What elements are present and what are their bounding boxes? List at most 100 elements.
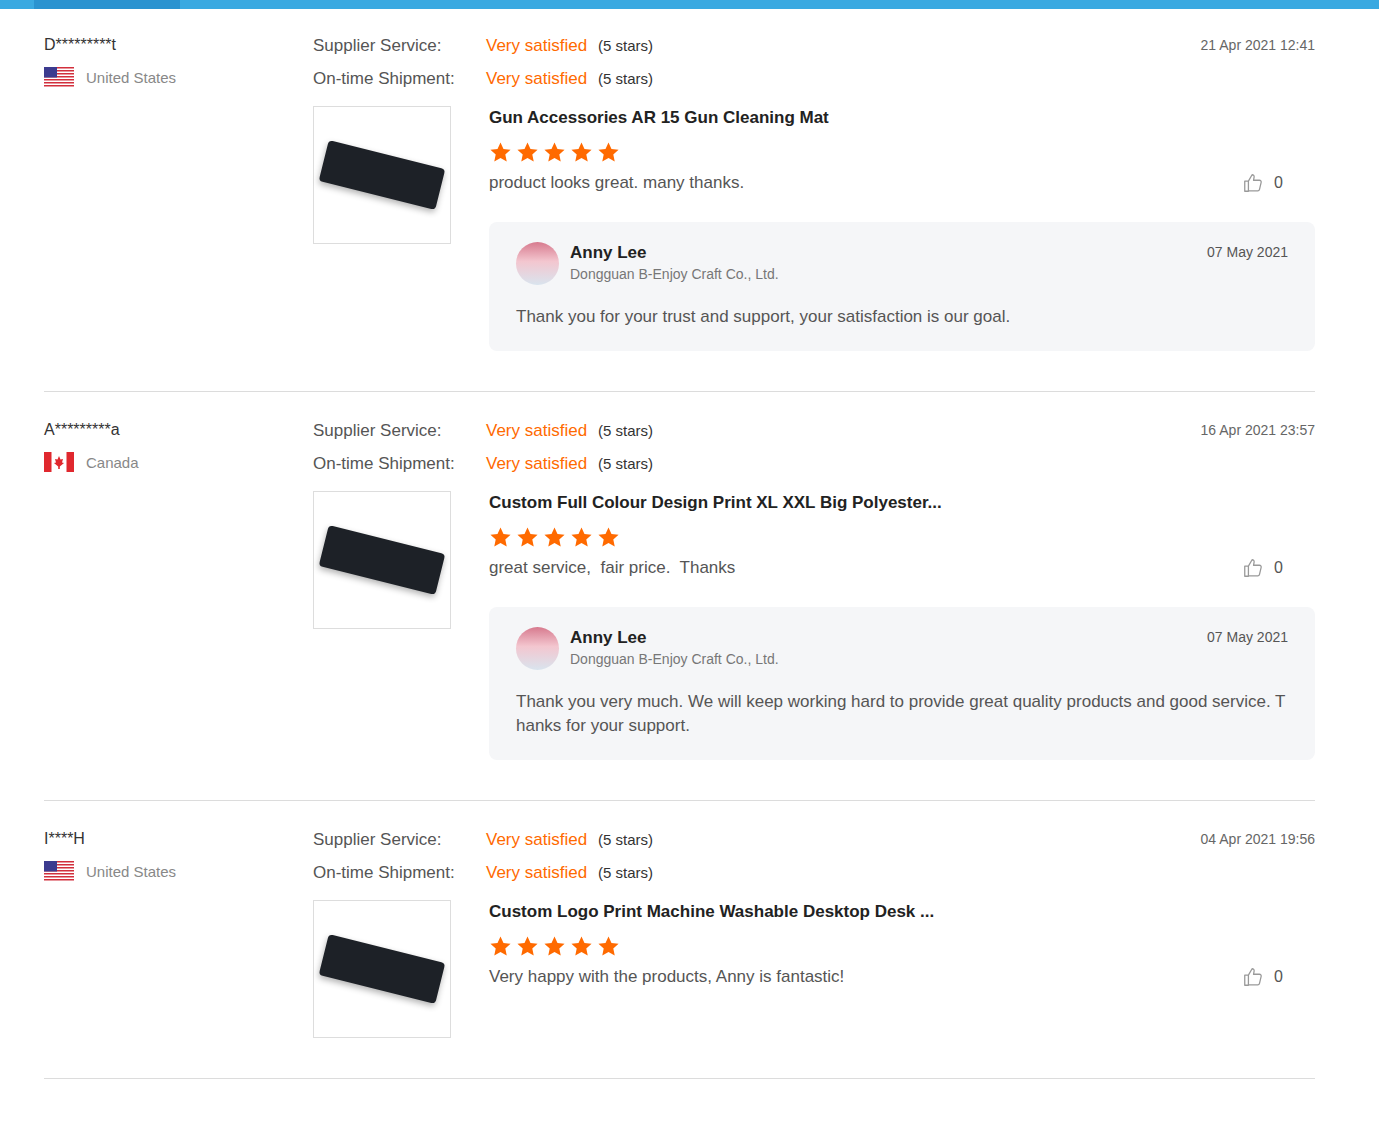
like-button[interactable]: 0 [1242, 966, 1283, 988]
product-row: Gun Accessories AR 15 Gun Cleaning Mat pr… [313, 106, 1315, 351]
review-comment: product looks great. many thanks. [489, 172, 744, 194]
country-name: United States [86, 863, 176, 880]
buyer-name: D*********t [44, 35, 313, 55]
review-comment: Very happy with the products, Anny is fa… [489, 966, 844, 988]
comment-row: product looks great. many thanks. 0 [489, 172, 1315, 194]
product-thumbnail[interactable] [313, 106, 451, 244]
rating-row: Supplier Service:Very satisfied(5 stars) [313, 420, 653, 441]
star-rating [489, 526, 1315, 549]
rating-note: (5 stars) [598, 862, 653, 883]
review-content: Custom Logo Print Machine Washable Deskt… [489, 900, 1315, 1038]
like-count: 0 [1274, 559, 1283, 577]
product-image [319, 934, 446, 1004]
reply-text: Thank you for your trust and support, yo… [516, 305, 1288, 329]
rating-row: On-time Shipment:Very satisfied(5 stars) [313, 68, 653, 89]
star-icon [597, 526, 620, 549]
tab-bar [0, 0, 1379, 9]
reply-name: Anny Lee [570, 242, 1207, 264]
supplier-reply: Anny LeeDongguan B-Enjoy Craft Co., Ltd.… [489, 222, 1315, 351]
active-tab-indicator [34, 0, 180, 9]
rating-row: On-time Shipment:Very satisfied (5 stars) [313, 453, 653, 474]
rating-list: Supplier Service:Very satisfied(5 stars)… [313, 829, 653, 883]
rating-value: Very satisfied [486, 453, 587, 474]
reply-author: Anny LeeDongguan B-Enjoy Craft Co., Ltd. [570, 242, 1207, 283]
like-button[interactable]: 0 [1242, 557, 1283, 579]
country-name: United States [86, 69, 176, 86]
buyer-country: United States [44, 67, 313, 87]
rating-value: Very satisfied [486, 862, 587, 883]
review-header: Supplier Service:Very satisfied(5 stars)… [313, 829, 1315, 883]
review-body: Supplier Service:Very satisfied(5 stars)… [313, 35, 1315, 351]
supplier-avatar [516, 242, 559, 285]
reply-date: 07 May 2021 [1207, 242, 1288, 262]
rating-label: On-time Shipment: [313, 68, 486, 89]
star-icon [543, 141, 566, 164]
star-icon [543, 935, 566, 958]
buyer-info: I****H United States [44, 829, 313, 1038]
rating-value: Very satisfied [486, 35, 587, 56]
product-thumbnail[interactable] [313, 900, 451, 1038]
rating-label: Supplier Service: [313, 420, 486, 441]
reply-header: Anny LeeDongguan B-Enjoy Craft Co., Ltd.… [516, 242, 1288, 285]
reply-company: Dongguan B-Enjoy Craft Co., Ltd. [570, 650, 1207, 668]
product-image [319, 140, 446, 210]
product-title[interactable]: Gun Accessories AR 15 Gun Cleaning Mat [489, 107, 1315, 129]
supplier-avatar [516, 627, 559, 670]
star-icon [597, 935, 620, 958]
buyer-info: A*********a Canada [44, 420, 313, 760]
star-rating [489, 935, 1315, 958]
product-title[interactable]: Custom Full Colour Design Print XL XXL B… [489, 492, 1315, 514]
reviews-page: D*********t United States Supplier Service… [0, 0, 1379, 1121]
star-icon [489, 935, 512, 958]
review-date: 04 Apr 2021 19:56 [1201, 829, 1315, 849]
us-flag-icon [44, 861, 74, 881]
rating-list: Supplier Service:Very satisfied(5 stars)… [313, 420, 653, 474]
rating-note: (5 stars) [598, 35, 653, 56]
rating-note: (5 stars) [598, 829, 653, 850]
rating-row: On-time Shipment:Very satisfied(5 stars) [313, 862, 653, 883]
reply-company: Dongguan B-Enjoy Craft Co., Ltd. [570, 265, 1207, 283]
thumbs-up-icon [1242, 172, 1264, 194]
buyer-name: I****H [44, 829, 313, 849]
rating-note: (5 stars) [598, 453, 653, 474]
review-item: A*********a Canada Supplier Service:Very s… [44, 392, 1315, 801]
us-flag-icon [44, 67, 74, 87]
star-icon [543, 526, 566, 549]
star-icon [570, 526, 593, 549]
supplier-reply: Anny LeeDongguan B-Enjoy Craft Co., Ltd.… [489, 607, 1315, 760]
review-header: Supplier Service:Very satisfied(5 stars)… [313, 420, 1315, 474]
review-item: D*********tUnited StatesSupplier Service… [44, 9, 1315, 392]
star-icon [570, 935, 593, 958]
product-image [319, 525, 446, 595]
star-icon [489, 141, 512, 164]
thumbs-up-icon [1242, 966, 1264, 988]
rating-value: Very satisfied [486, 829, 587, 850]
country-name: Canada [86, 454, 139, 471]
product-row: Custom Logo Print Machine Washable Deskt… [313, 900, 1315, 1038]
comment-row: great service, fair price. Thanks 0 [489, 557, 1315, 579]
rating-label: On-time Shipment: [313, 453, 486, 474]
review-header: Supplier Service:Very satisfied(5 stars)… [313, 35, 1315, 89]
product-title[interactable]: Custom Logo Print Machine Washable Deskt… [489, 901, 1315, 923]
star-icon [597, 141, 620, 164]
star-rating [489, 141, 1315, 164]
buyer-country: Canada [44, 452, 313, 472]
buyer-country: United States [44, 861, 313, 881]
review-content: Gun Accessories AR 15 Gun Cleaning Mat pr… [489, 106, 1315, 351]
review-comment: great service, fair price. Thanks [489, 557, 735, 579]
review-body: Supplier Service:Very satisfied(5 stars)… [313, 420, 1315, 760]
like-count: 0 [1274, 174, 1283, 192]
star-icon [516, 935, 539, 958]
like-button[interactable]: 0 [1242, 172, 1283, 194]
reply-date: 07 May 2021 [1207, 627, 1288, 647]
review-body: Supplier Service:Very satisfied(5 stars)… [313, 829, 1315, 1038]
rating-value: Very satisfied [486, 420, 587, 441]
product-row: Custom Full Colour Design Print XL XXL B… [313, 491, 1315, 760]
buyer-name: A*********a [44, 420, 313, 440]
reply-author: Anny LeeDongguan B-Enjoy Craft Co., Ltd. [570, 627, 1207, 668]
reply-header: Anny LeeDongguan B-Enjoy Craft Co., Ltd.… [516, 627, 1288, 670]
like-count: 0 [1274, 968, 1283, 986]
product-thumbnail[interactable] [313, 491, 451, 629]
buyer-info: D*********t United States [44, 35, 313, 351]
star-icon [516, 526, 539, 549]
